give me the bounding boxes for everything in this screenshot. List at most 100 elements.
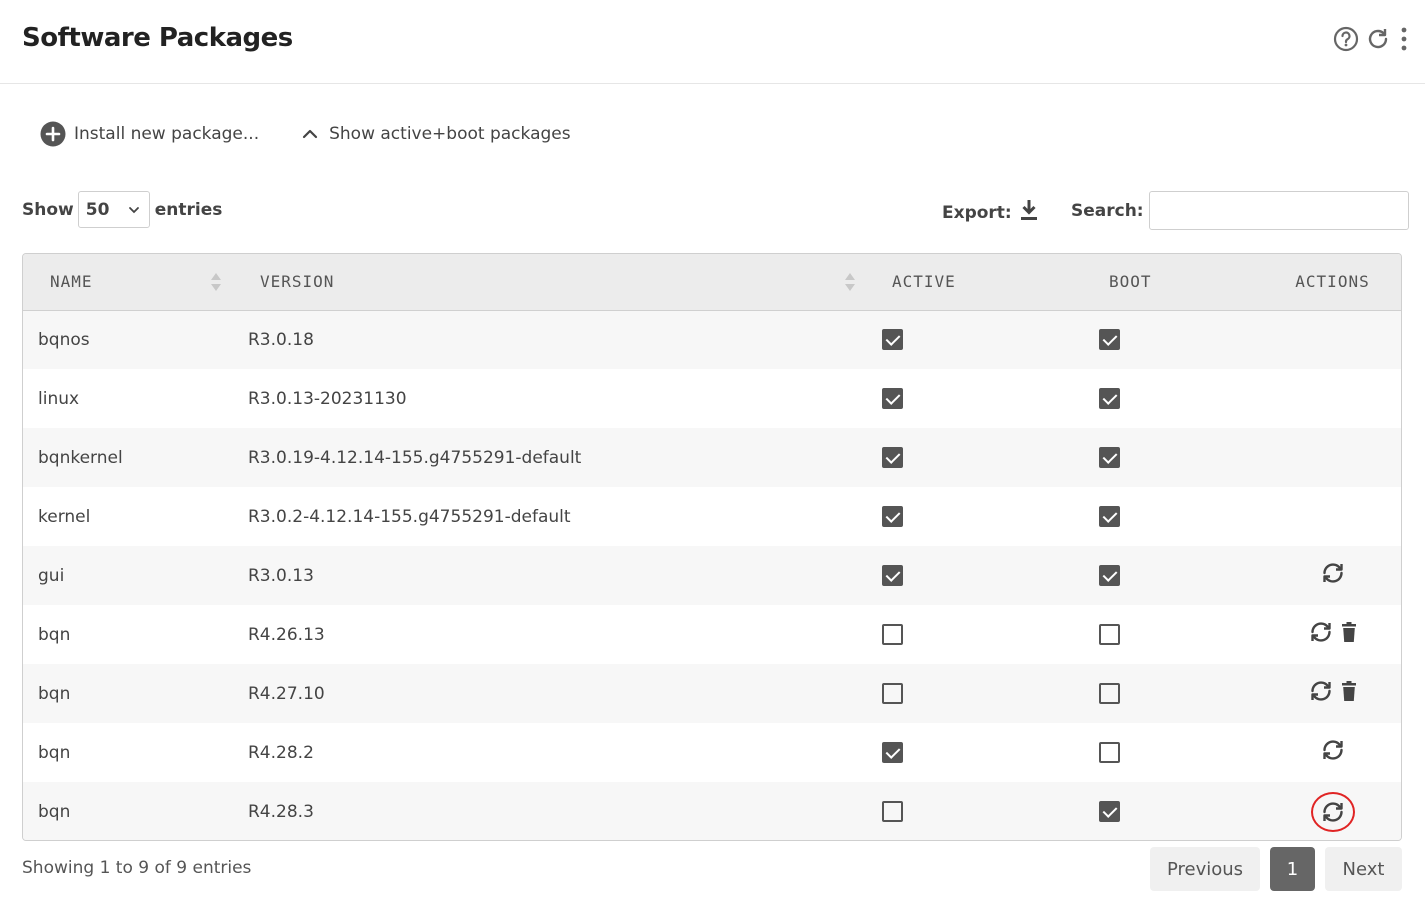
table-info: Showing 1 to 9 of 9 entries [22,858,252,878]
help-icon[interactable] [1333,26,1359,52]
package-version: R4.28.2 [248,742,314,763]
column-boot: BOOT [1084,254,1264,310]
boot-cell [1084,487,1264,546]
table-row: bqn R4.28.3 [23,782,1401,840]
table-row: gui R3.0.13 [23,546,1401,605]
active-cell [867,487,1084,546]
download-icon[interactable] [1020,199,1038,226]
package-name: bqn [38,683,71,704]
actions-cell [1264,723,1401,782]
boot-cell [1084,428,1264,487]
package-version: R4.27.10 [248,683,325,704]
package-version: R4.26.13 [248,624,325,645]
package-version: R3.0.2-4.12.14-155.g4755291-default [248,506,571,527]
boot-checkbox[interactable] [1099,624,1120,645]
boot-checkbox[interactable] [1099,565,1120,586]
pagination: Previous 1 Next [1150,847,1402,891]
boot-cell [1084,605,1264,664]
package-version: R3.0.13 [248,565,314,586]
column-active-label: ACTIVE [892,272,956,292]
boot-checkbox[interactable] [1099,801,1120,822]
show-label: Show [22,199,74,220]
active-cell [867,723,1084,782]
column-boot-label: BOOT [1109,272,1152,292]
active-checkbox[interactable] [882,801,903,822]
active-checkbox[interactable] [882,388,903,409]
boot-checkbox[interactable] [1099,683,1120,704]
table-header-row: NAME VERSION ACTIVE BOOT ACTIONS [23,254,1401,310]
switch-version-icon[interactable] [1310,791,1355,832]
trash-icon[interactable] [1341,680,1357,702]
active-checkbox[interactable] [882,624,903,645]
boot-cell [1084,369,1264,428]
actions-cell [1264,369,1401,428]
actions-cell [1264,782,1401,840]
boot-checkbox[interactable] [1099,329,1120,351]
refresh-icon[interactable] [1365,26,1391,52]
active-checkbox[interactable] [882,742,903,763]
show-active-boot-toggle[interactable]: Show active+boot packages [301,124,571,144]
package-name: bqnkernel [38,447,123,468]
page-title: Software Packages [22,23,293,53]
active-cell [867,310,1084,369]
column-version[interactable]: VERSION [233,254,867,310]
package-name: bqn [38,801,71,822]
switch-version-icon[interactable] [1320,739,1346,761]
package-name: bqnos [38,329,90,350]
switch-version-icon[interactable] [1308,680,1334,702]
chevron-down-icon [128,206,139,213]
active-checkbox[interactable] [882,447,903,468]
boot-checkbox[interactable] [1099,742,1120,763]
sort-icon [844,271,856,297]
package-version: R3.0.13-20231130 [248,388,407,409]
active-checkbox[interactable] [882,565,903,586]
active-checkbox[interactable] [882,329,903,351]
header-icons [1333,26,1411,52]
search: Search: [1071,191,1409,230]
export-label: Export: [942,202,1012,223]
page-1-button[interactable]: 1 [1270,847,1315,891]
package-version: R3.0.19-4.12.14-155.g4755291-default [248,447,582,468]
column-version-label: VERSION [260,272,335,292]
column-active: ACTIVE [867,254,1084,310]
sort-icon [210,271,222,297]
boot-checkbox[interactable] [1099,447,1120,468]
entries-select[interactable]: 50 [77,191,150,228]
active-checkbox[interactable] [882,506,903,527]
switch-version-icon[interactable] [1320,562,1346,584]
table-row: bqn R4.26.13 [23,605,1401,664]
boot-checkbox[interactable] [1099,388,1120,409]
active-checkbox[interactable] [882,683,903,704]
column-actions-label: ACTIONS [1295,272,1370,292]
package-name: kernel [38,506,91,527]
entries-suffix: entries [154,199,223,220]
column-name-label: NAME [50,272,93,292]
entries-value: 50 [85,199,110,220]
previous-button[interactable]: Previous [1150,847,1260,891]
active-cell [867,369,1084,428]
column-actions: ACTIONS [1264,254,1401,310]
show-entries: Show 50 entries [22,191,222,228]
more-vertical-icon[interactable] [1397,26,1411,52]
boot-checkbox[interactable] [1099,506,1120,527]
actions-cell [1264,605,1401,664]
search-label: Search: [1071,200,1144,221]
page-header: Software Packages [0,0,1425,84]
boot-cell [1084,310,1264,369]
actions-cell [1264,310,1401,369]
plus-circle-icon [40,121,66,147]
packages-table: NAME VERSION ACTIVE BOOT ACTIONS bqnos R3… [22,253,1402,841]
actions-cell [1264,546,1401,605]
search-input[interactable] [1148,191,1409,230]
column-name[interactable]: NAME [23,254,233,310]
table-row: linux R3.0.13-20231130 [23,369,1401,428]
active-cell [867,782,1084,840]
next-button[interactable]: Next [1325,847,1402,891]
actions-cell [1264,428,1401,487]
trash-icon[interactable] [1341,621,1357,643]
install-package-button[interactable]: Install new package... [40,121,259,147]
install-package-label: Install new package... [74,124,260,144]
boot-cell [1084,664,1264,723]
switch-version-icon[interactable] [1308,621,1334,643]
chevron-up-icon [303,129,318,139]
